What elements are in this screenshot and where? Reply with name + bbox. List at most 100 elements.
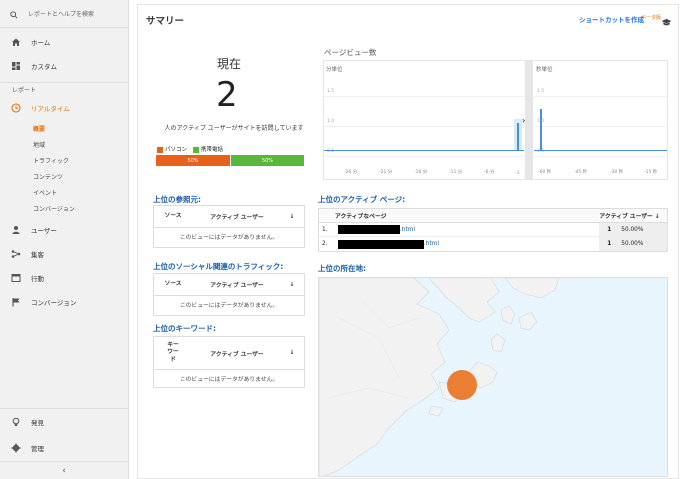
active-users-count: 2 bbox=[216, 75, 238, 115]
source-column-header[interactable]: ソース bbox=[154, 281, 192, 288]
sidebar-subitem-content[interactable]: コンテンツ bbox=[0, 168, 128, 184]
page-suffix: .html bbox=[399, 226, 415, 233]
active-users-column-header[interactable]: アクティブ ユーザー ↓ bbox=[599, 211, 667, 220]
page-path[interactable]: .html bbox=[333, 237, 599, 251]
sidebar-subitem-locations[interactable]: 地域 bbox=[0, 136, 128, 152]
active-users-header-label: アクティブ ユーザー bbox=[599, 214, 653, 220]
keyword-column-header[interactable]: キーワード bbox=[154, 342, 192, 365]
sidebar-subitem-traffic[interactable]: トラフィック bbox=[0, 152, 128, 168]
gridline bbox=[534, 126, 667, 127]
sidebar-item-home[interactable]: ホーム bbox=[0, 30, 128, 54]
mobile-share-bar: 50% bbox=[230, 155, 304, 166]
sidebar-item-acquisition[interactable]: 集客 bbox=[0, 242, 128, 266]
main-panel: サマリー ショートカットを作成 ベータ版 現在 2 人のアクティブ ユーザーがサ… bbox=[137, 4, 679, 479]
sort-arrow-icon[interactable]: ↓ bbox=[282, 350, 302, 356]
sort-arrow-icon[interactable]: ↓ bbox=[282, 282, 302, 288]
sidebar-item-discover[interactable]: 発見 bbox=[0, 409, 128, 435]
x-tick-label: -15 秒 bbox=[644, 170, 658, 175]
sidebar-subitem-conversions[interactable]: コンバージョン bbox=[0, 200, 128, 216]
sidebar-item-label: ユーザー bbox=[31, 227, 57, 235]
top-referrals-title: 上位の参照元: bbox=[153, 195, 201, 204]
x-tick-label: -26 分 bbox=[344, 170, 358, 175]
gridline bbox=[534, 96, 667, 97]
top-keywords-title: 上位のキーワード: bbox=[153, 324, 216, 333]
active-users-column-header[interactable]: アクティブ ユーザー bbox=[192, 212, 282, 221]
sidebar-footer: 発見 管理 ‹ bbox=[0, 408, 128, 479]
pc-share-bar: 50% bbox=[156, 155, 230, 166]
x-tick-label: -1 bbox=[515, 171, 520, 176]
active-page-column-header[interactable]: アクティブなページ bbox=[319, 211, 599, 220]
search-icon bbox=[10, 4, 18, 23]
legend-pc-label: パソコン bbox=[165, 147, 188, 153]
x-tick-label: -30 秒 bbox=[610, 170, 624, 175]
sidebar-subitem-overview[interactable]: 概要 bbox=[0, 120, 128, 136]
sidebar-item-custom[interactable]: カスタム bbox=[0, 54, 128, 78]
keywords-table: キーワード アクティブ ユーザー ↓ このビューにはデータがありません。 bbox=[153, 336, 305, 388]
sidebar-item-label: ホーム bbox=[31, 39, 51, 47]
referrals-table: ソース アクティブ ユーザー ↓ このビューにはデータがありません。 bbox=[153, 205, 305, 248]
beta-badge: ベータ版 bbox=[640, 15, 661, 21]
pageviews-per-second-chart: 秒単位 1.5 1.0 0.5 -60 秒 -45 秒 -30 秒 -15 秒 bbox=[534, 61, 667, 179]
table-header: アクティブなページ アクティブ ユーザー ↓ bbox=[319, 209, 667, 223]
empty-message: このビューにはデータがありません。 bbox=[179, 303, 279, 309]
browser-icon bbox=[10, 273, 21, 284]
mobile-swatch bbox=[193, 146, 200, 153]
pageviews-title: ページビュー数 bbox=[324, 48, 377, 57]
pageviews-per-minute-chart: 分単位 1.5 1.0 0.5 -26 分 -21 分 -16 分 -11 分 … bbox=[324, 61, 524, 179]
x-tick-label: -45 秒 bbox=[574, 170, 588, 175]
reports-section-label: レポート bbox=[0, 82, 128, 96]
sidebar-item-audience[interactable]: ユーザー bbox=[0, 218, 128, 242]
chart-divider bbox=[525, 61, 533, 179]
acquisition-icon bbox=[10, 249, 21, 260]
table-row[interactable]: 2. .html 1 50.00% bbox=[319, 237, 667, 251]
page-path[interactable]: .html bbox=[333, 223, 599, 236]
gridline bbox=[324, 126, 524, 127]
sidebar-subitem-events[interactable]: イベント bbox=[0, 184, 128, 200]
y-tick-label: 1.0 bbox=[327, 119, 335, 124]
location-map[interactable] bbox=[318, 277, 668, 477]
active-users-value: 1 bbox=[599, 237, 614, 251]
map-graphic bbox=[319, 278, 560, 476]
per-second-label: 秒単位 bbox=[536, 67, 553, 73]
clock-icon bbox=[10, 103, 21, 114]
legend-pc: パソコン bbox=[157, 145, 187, 153]
x-tick-label: -6 分 bbox=[484, 170, 495, 175]
top-social-title: 上位のソーシャル関連のトラフィック: bbox=[153, 262, 284, 271]
person-icon bbox=[10, 225, 21, 236]
sidebar-item-label: 集客 bbox=[31, 251, 44, 259]
gear-icon bbox=[10, 443, 21, 454]
graduation-cap-icon[interactable] bbox=[661, 12, 672, 31]
create-shortcut-link[interactable]: ショートカットを作成 bbox=[579, 14, 644, 24]
baseline bbox=[324, 150, 524, 151]
gridline bbox=[534, 156, 667, 157]
active-users-column-header[interactable]: アクティブ ユーザー bbox=[192, 280, 282, 289]
minute-bar bbox=[517, 123, 519, 151]
source-column-header[interactable]: ソース bbox=[154, 213, 192, 220]
active-pages-table: アクティブなページ アクティブ ユーザー ↓ 1. .html 1 50.00%… bbox=[318, 208, 668, 252]
location-marker[interactable] bbox=[447, 370, 477, 400]
page-suffix: .html bbox=[423, 241, 439, 247]
device-split-bar: 50% 50% bbox=[156, 155, 304, 166]
x-tick-label: -21 分 bbox=[379, 170, 393, 175]
empty-message: このビューにはデータがありません。 bbox=[179, 377, 279, 383]
sidebar-item-label: 発見 bbox=[31, 419, 44, 427]
redacted-path bbox=[337, 239, 424, 249]
active-users-column-header[interactable]: アクティブ ユーザー bbox=[192, 349, 282, 358]
per-minute-label: 分単位 bbox=[326, 67, 343, 73]
sidebar-item-behavior[interactable]: 行動 bbox=[0, 266, 128, 290]
top-locations-title: 上位の所在地: bbox=[318, 264, 366, 273]
sidebar-item-conversions[interactable]: コンバージョン bbox=[0, 290, 128, 314]
sort-arrow-icon[interactable]: ↓ bbox=[282, 214, 302, 220]
sidebar-item-admin[interactable]: 管理 bbox=[0, 435, 128, 461]
table-row[interactable]: 1. .html 1 50.00% bbox=[319, 223, 667, 237]
sidebar-item-label: カスタム bbox=[31, 63, 57, 71]
search-bar[interactable]: レポートとヘルプを検索 bbox=[0, 0, 128, 28]
flag-icon bbox=[10, 297, 21, 308]
chevron-right-icon: › bbox=[522, 116, 526, 125]
table-header: キーワード アクティブ ユーザー ↓ bbox=[154, 337, 304, 370]
sidebar-item-realtime[interactable]: リアルタイム bbox=[0, 96, 128, 120]
second-bar bbox=[540, 109, 542, 151]
collapse-sidebar-button[interactable]: ‹ bbox=[0, 461, 128, 479]
home-icon bbox=[10, 37, 21, 48]
x-tick-label: -16 分 bbox=[414, 170, 428, 175]
